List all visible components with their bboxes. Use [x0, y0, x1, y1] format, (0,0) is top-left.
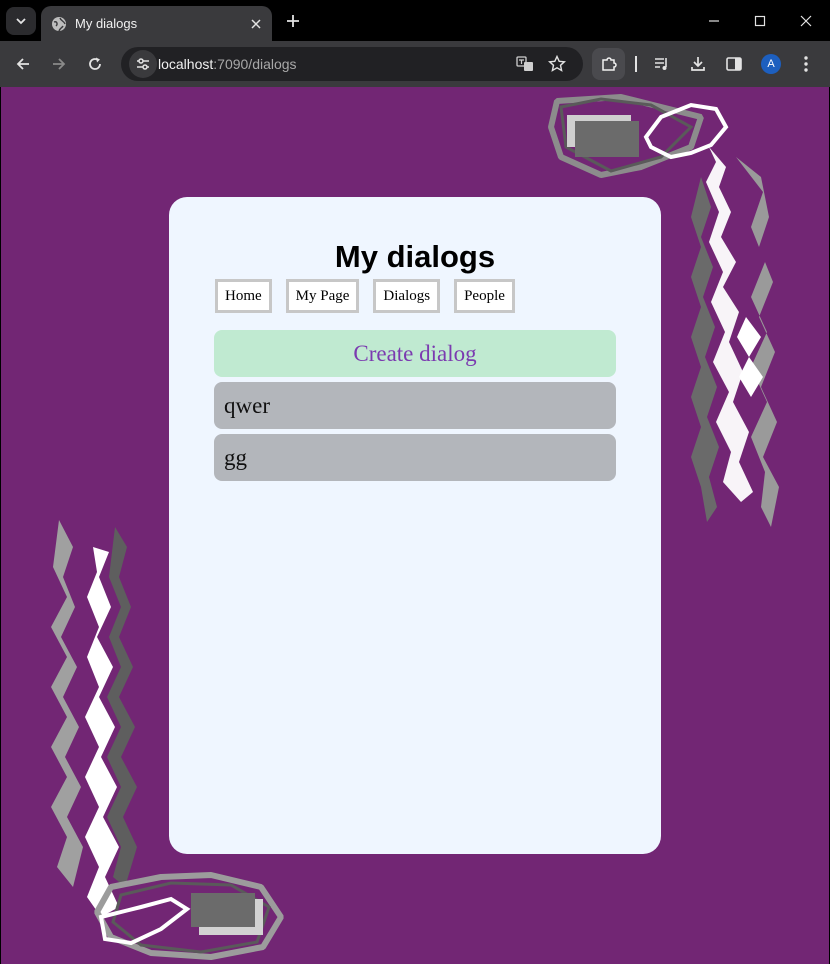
- playlist-icon: [655, 58, 667, 70]
- puzzle-icon: [601, 57, 617, 71]
- dialog-item[interactable]: gg: [214, 434, 616, 481]
- window-close-button[interactable]: [783, 0, 829, 41]
- globe-icon: [52, 16, 66, 31]
- dialogs-card: My dialogs Home My Page Dialogs People C…: [169, 197, 661, 854]
- nav-link-people[interactable]: People: [454, 279, 515, 313]
- side-panel-icon: [726, 57, 742, 71]
- dialog-item[interactable]: qwer: [214, 382, 616, 429]
- browser-tab[interactable]: My dialogs: [41, 6, 272, 41]
- tab-strip: My dialogs: [0, 0, 830, 41]
- forward-button[interactable]: [45, 50, 73, 78]
- url-host: localhost: [158, 56, 214, 72]
- browser-toolbar: localhost:7090/dialogs: [0, 41, 830, 87]
- tune-icon: [137, 58, 149, 70]
- side-panel-button[interactable]: [720, 50, 748, 78]
- download-icon: [691, 57, 705, 71]
- translate-icon: [516, 56, 533, 71]
- new-tab-button[interactable]: [280, 8, 306, 34]
- page-title: My dialogs: [334, 239, 496, 274]
- chevron-down-icon: [16, 18, 26, 25]
- extensions-button[interactable]: [592, 48, 625, 80]
- toolbar-separator: [635, 56, 637, 72]
- more-vert-icon: [804, 56, 808, 72]
- site-info-button[interactable]: [129, 50, 157, 78]
- tab-title: My dialogs: [75, 16, 138, 31]
- minimize-icon: [709, 19, 719, 22]
- url-path: :7090/dialogs: [213, 56, 297, 72]
- url-text: localhost:7090/dialogs: [158, 56, 297, 72]
- star-icon: [548, 55, 566, 72]
- nav-link-my-page[interactable]: My Page: [285, 279, 360, 313]
- arrow-left-icon: [16, 58, 29, 70]
- reload-button[interactable]: [81, 50, 109, 78]
- maximize-icon: [754, 15, 766, 26]
- plus-icon: [287, 15, 299, 27]
- arrow-right-icon: [53, 58, 66, 70]
- close-icon: [251, 18, 261, 29]
- media-control-button[interactable]: [648, 50, 676, 78]
- nav-link-home[interactable]: Home: [215, 279, 272, 313]
- tab-search-button[interactable]: [6, 7, 36, 35]
- minimize-button[interactable]: [691, 0, 737, 41]
- back-button[interactable]: [9, 50, 37, 78]
- tab-close-button[interactable]: [243, 11, 269, 37]
- translate-button[interactable]: [515, 54, 535, 74]
- profile-avatar[interactable]: A: [761, 54, 781, 74]
- page-viewport: My dialogs Home My Page Dialogs People C…: [1, 87, 829, 964]
- close-icon: [800, 15, 812, 26]
- bookmark-button[interactable]: [547, 54, 567, 74]
- nav-link-dialogs[interactable]: Dialogs: [373, 279, 441, 313]
- address-bar[interactable]: localhost:7090/dialogs: [121, 47, 583, 81]
- downloads-button[interactable]: [684, 50, 712, 78]
- menu-button[interactable]: [792, 50, 820, 78]
- create-dialog-button[interactable]: Create dialog: [214, 330, 616, 377]
- main-nav: Home My Page Dialogs People: [215, 279, 529, 313]
- reload-icon: [89, 57, 101, 70]
- maximize-button[interactable]: [737, 0, 783, 41]
